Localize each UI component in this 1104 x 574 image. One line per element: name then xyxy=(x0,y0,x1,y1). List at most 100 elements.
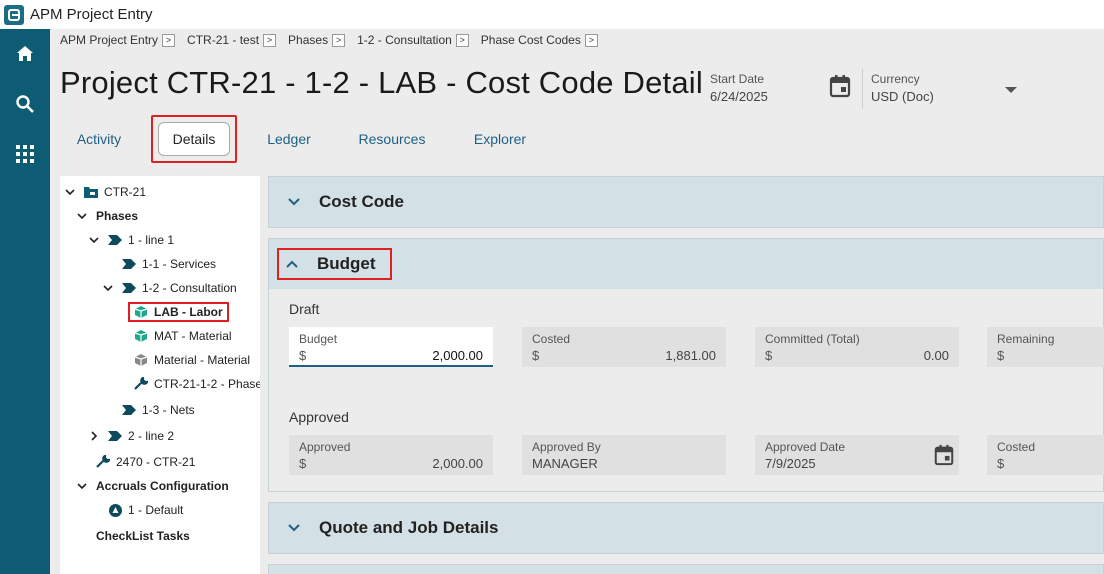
approved-by-field: Approved By MANAGER xyxy=(522,435,726,475)
search-icon xyxy=(16,95,34,113)
cost-code-cube-icon xyxy=(134,305,148,319)
quote-job-section-header[interactable]: Quote and Job Details xyxy=(269,503,1103,553)
wrench-icon xyxy=(134,377,148,391)
chevron-down-icon[interactable] xyxy=(76,210,88,222)
tree-node-mat-material[interactable]: MAT - Material xyxy=(134,326,232,346)
cost-code-cube-icon xyxy=(134,353,148,367)
start-date-calendar-button[interactable] xyxy=(829,74,851,98)
chevron-down-icon[interactable] xyxy=(76,480,88,492)
tab-ledger[interactable]: Ledger xyxy=(254,115,324,163)
committed-total-value: 0.00 xyxy=(923,348,949,363)
tree-node-selected-highlight: LAB - Labor xyxy=(128,302,229,322)
tree-node-line1[interactable]: 1 - line 1 xyxy=(88,230,174,250)
header-divider xyxy=(862,69,863,109)
tree-node-phases[interactable]: Phases xyxy=(76,206,138,226)
chevron-right-icon[interactable]: > xyxy=(332,33,346,47)
chevron-down-icon[interactable] xyxy=(88,234,100,246)
tab-bar: Activity Details Ledger Resources Explor… xyxy=(60,115,660,163)
breadcrumb-item[interactable]: APM Project Entry > xyxy=(60,33,176,47)
approved-field: Approved $2,000.00 xyxy=(289,435,493,475)
breadcrumb-item[interactable]: Phases > xyxy=(288,33,346,47)
apps-button[interactable] xyxy=(0,129,50,179)
tree-node-lab-labor[interactable]: LAB - Labor xyxy=(128,302,229,322)
phase-tag-icon xyxy=(122,403,136,417)
approved-date-value: 7/9/2025 xyxy=(765,456,816,471)
chevron-down-icon[interactable] xyxy=(287,195,301,209)
app-title: APM Project Entry xyxy=(30,6,153,23)
calendar-icon[interactable] xyxy=(933,444,955,466)
app-logo-icon xyxy=(4,4,24,25)
tree-node-consultation[interactable]: 1-2 - Consultation xyxy=(102,278,237,298)
tab-explorer[interactable]: Explorer xyxy=(462,115,538,163)
budget-section: Budget Draft Budget $2,000.00 Costed $1,… xyxy=(268,238,1104,492)
budget-value: 2,000.00 xyxy=(432,348,483,363)
apps-grid-icon xyxy=(16,145,34,163)
budget-header-highlight: Budget xyxy=(277,248,392,280)
remaining-field: Remaining $ xyxy=(987,327,1104,367)
currency-label: Currency xyxy=(871,72,920,86)
chevron-down-icon[interactable] xyxy=(1005,87,1017,93)
tree-node-phase-item[interactable]: CTR-21-1-2 - Phase 1- xyxy=(134,374,260,394)
tree-node-root[interactable]: CTR-21 xyxy=(64,182,146,202)
approved-costed-field: Costed $ xyxy=(987,435,1104,475)
left-rail xyxy=(0,29,50,574)
breadcrumb: APM Project Entry > CTR-21 - test > Phases… xyxy=(60,33,610,47)
tree-node-services[interactable]: 1-1 - Services xyxy=(122,254,216,274)
tab-details[interactable]: Details xyxy=(151,115,237,163)
folder-icon xyxy=(84,185,98,199)
cost-code-section: Cost Code xyxy=(268,176,1104,228)
tree-node-checklist[interactable]: CheckList Tasks xyxy=(96,526,190,546)
tree-node-accruals[interactable]: Accruals Configuration xyxy=(76,476,229,496)
budget-section-header[interactable]: Budget xyxy=(269,239,1103,289)
quote-job-section-title: Quote and Job Details xyxy=(319,518,499,537)
start-date-label: Start Date xyxy=(710,72,765,86)
chevron-down-icon[interactable] xyxy=(102,282,114,294)
currency-field[interactable]: Currency USD (Doc) xyxy=(871,72,934,104)
phase-tag-icon xyxy=(108,233,122,247)
tab-resources[interactable]: Resources xyxy=(350,115,434,163)
wrench-icon xyxy=(96,455,110,469)
currency-value: USD (Doc) xyxy=(871,89,934,104)
phase-tag-icon xyxy=(108,429,122,443)
cost-code-section-header[interactable]: Cost Code xyxy=(269,177,1103,227)
tree-node-nets[interactable]: 1-3 - Nets xyxy=(122,400,195,420)
project-tree: CTR-21 Phases 1 - line 1 1-1 - Services … xyxy=(60,176,260,574)
tab-activity[interactable]: Activity xyxy=(60,115,138,163)
chevron-right-icon[interactable]: > xyxy=(455,33,469,47)
phase-tag-icon xyxy=(122,281,136,295)
chevron-up-icon[interactable] xyxy=(285,257,299,271)
breadcrumb-item[interactable]: CTR-21 - test > xyxy=(187,33,277,47)
accrual-config-icon xyxy=(108,503,122,517)
chevron-down-icon[interactable] xyxy=(287,521,301,535)
chevron-down-icon[interactable] xyxy=(64,186,76,198)
start-date-field[interactable]: Start Date 6/24/2025 xyxy=(710,72,768,104)
approved-value: 2,000.00 xyxy=(432,456,483,471)
tree-node-2470[interactable]: 2470 - CTR-21 xyxy=(96,452,195,472)
budget-section-title: Budget xyxy=(317,254,376,273)
search-button[interactable] xyxy=(0,79,50,129)
cost-code-cube-icon xyxy=(134,329,148,343)
draft-group-label: Draft xyxy=(289,301,320,317)
chevron-right-icon[interactable]: > xyxy=(162,33,176,47)
quote-job-section: Quote and Job Details xyxy=(268,502,1104,554)
home-icon xyxy=(17,46,33,61)
next-section xyxy=(268,564,1104,574)
home-button[interactable] xyxy=(0,29,50,79)
cost-code-section-title: Cost Code xyxy=(319,192,404,211)
start-date-value: 6/24/2025 xyxy=(710,89,768,104)
tree-node-line2[interactable]: 2 - line 2 xyxy=(88,426,174,446)
breadcrumb-item[interactable]: Phase Cost Codes > xyxy=(481,33,598,47)
content-area: APM Project Entry > CTR-21 - test > Phases… xyxy=(50,29,1104,574)
chevron-right-icon[interactable] xyxy=(88,430,100,442)
tree-node-material[interactable]: Material - Material xyxy=(134,350,250,370)
approved-date-field: Approved Date 7/9/2025 xyxy=(755,435,959,475)
budget-field[interactable]: Budget $2,000.00 xyxy=(289,327,493,367)
budget-section-body: Draft Budget $2,000.00 Costed $1,881.00 … xyxy=(269,289,1104,491)
chevron-right-icon[interactable]: > xyxy=(584,33,598,47)
phase-tag-icon xyxy=(122,257,136,271)
chevron-right-icon[interactable]: > xyxy=(263,33,277,47)
page-title: Project CTR-21 - 1-2 - LAB - Cost Code D… xyxy=(60,65,703,100)
breadcrumb-item[interactable]: 1-2 - Consultation > xyxy=(357,33,469,47)
tree-node-default[interactable]: 1 - Default xyxy=(108,500,183,520)
calendar-icon xyxy=(829,75,851,98)
